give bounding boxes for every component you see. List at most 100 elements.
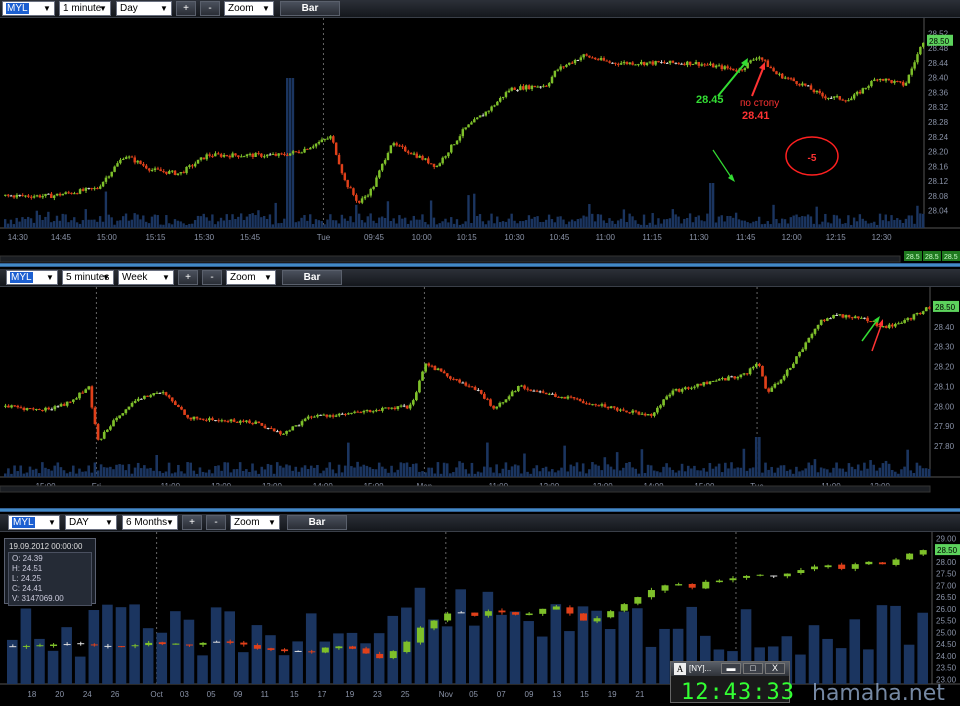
clock-titlebar[interactable]: A [NY]... ▬ □ X xyxy=(671,662,789,676)
y-tick-label: 28.32 xyxy=(928,103,949,112)
x-tick-label: Nov xyxy=(439,690,453,699)
zoom-in-button[interactable]: + xyxy=(176,1,196,16)
volume-bar xyxy=(305,613,317,684)
symbol-select[interactable]: MYL ▼ xyxy=(8,515,60,530)
zoom-out-button[interactable]: - xyxy=(206,515,226,530)
volume-bar xyxy=(482,466,486,477)
volume-bar xyxy=(183,619,195,684)
chart-3-canvas[interactable]: 29.00 28.50 28.00 27.50 27.00 26.50 26.00 25.50… xyxy=(0,532,960,703)
y-tick-label: 28.36 xyxy=(928,88,949,97)
volume-bar xyxy=(254,215,257,228)
chevron-down-icon: ▼ xyxy=(162,273,170,282)
ohlc-body xyxy=(308,651,316,653)
volume-bar xyxy=(659,472,662,477)
zoom-select[interactable]: Zoom ▼ xyxy=(226,270,276,285)
candle-body xyxy=(867,86,870,88)
maximize-button[interactable]: □ xyxy=(743,663,763,674)
volume-bar xyxy=(734,212,738,228)
volume-bar xyxy=(139,468,143,477)
zoom-select[interactable]: Zoom ▼ xyxy=(224,1,274,16)
chart-1-canvas[interactable]: 28.5228.4828.4428.4028.3628.3228.2828.24… xyxy=(0,18,960,265)
candle-body xyxy=(606,406,610,409)
volume-bar xyxy=(238,462,242,477)
volume-bar xyxy=(690,468,693,477)
candle-body xyxy=(153,168,157,171)
volume-bar xyxy=(346,632,358,684)
volume-bar xyxy=(702,468,705,477)
interval-select[interactable]: DAY ▼ xyxy=(65,515,117,530)
volume-bar xyxy=(853,469,857,477)
volume-bar xyxy=(470,222,473,228)
candle-body xyxy=(334,142,338,155)
volume-bar xyxy=(429,200,433,228)
candle-body xyxy=(432,163,436,167)
symbol-select[interactable]: MYL ▼ xyxy=(2,1,55,16)
volume-bar xyxy=(147,223,151,228)
volume-bar xyxy=(25,472,29,477)
volume-bar xyxy=(110,217,113,228)
period-select[interactable]: Week ▼ xyxy=(118,270,174,285)
period-select[interactable]: Day ▼ xyxy=(116,1,172,16)
candle-body xyxy=(801,349,804,352)
ohlc-body xyxy=(403,641,411,653)
candle-body xyxy=(142,163,145,166)
volume-bar xyxy=(266,463,270,477)
volume-bar xyxy=(696,470,699,477)
volume-bar xyxy=(340,472,344,477)
info-date: 19.09.2012 00:00:00 xyxy=(9,542,83,551)
chevron-down-icon: ▼ xyxy=(268,518,276,527)
candle-body xyxy=(96,188,99,190)
candle-body xyxy=(663,62,666,64)
ohlc-body xyxy=(593,618,601,622)
chart-2-canvas[interactable]: 28.50 28.40 28.30 28.20 28.10 28.00 27.90 27.80… xyxy=(0,287,960,508)
candle-body xyxy=(772,68,775,72)
zoom-in-button[interactable]: + xyxy=(178,270,198,285)
zoom-out-button[interactable]: - xyxy=(202,270,222,285)
volume-bar xyxy=(161,472,165,477)
y-tick-label: 28.28 xyxy=(928,118,949,127)
volume-bar xyxy=(507,469,511,477)
volume-bar xyxy=(726,215,729,228)
minimize-button[interactable]: ▬ xyxy=(721,663,741,674)
candle-body xyxy=(470,122,473,125)
candle-body xyxy=(229,419,233,422)
bar-style-button[interactable]: Bar xyxy=(287,515,347,530)
bar-style-button[interactable]: Bar xyxy=(282,270,342,285)
y-tick-label: 28.30 xyxy=(934,343,955,352)
ny-clock-window[interactable]: A [NY]... ▬ □ X 12:43:33 xyxy=(670,661,794,705)
panel-divider[interactable] xyxy=(0,508,960,512)
candle-body xyxy=(646,414,650,416)
zoom-out-button[interactable]: - xyxy=(200,1,220,16)
volume-bar xyxy=(439,473,443,477)
panel-divider[interactable] xyxy=(0,263,960,267)
ohlc-body xyxy=(104,645,112,647)
chevron-down-icon: ▼ xyxy=(46,273,54,282)
bar-style-button[interactable]: Bar xyxy=(280,1,340,16)
ohlc-body xyxy=(50,644,58,647)
x-tick-label: 17 xyxy=(318,690,327,699)
volume-bar xyxy=(87,219,90,228)
interval-select[interactable]: 5 minutes ▼ xyxy=(62,270,114,285)
zoom-select[interactable]: Zoom ▼ xyxy=(230,515,280,530)
chevron-down-icon: ▼ xyxy=(262,4,270,13)
candle-body xyxy=(384,407,387,409)
volume-bar xyxy=(435,224,439,228)
candle-body xyxy=(588,403,591,405)
candle-body xyxy=(7,405,10,408)
candle-body xyxy=(275,431,279,433)
volume-bar xyxy=(242,220,246,228)
zoom-in-button[interactable]: + xyxy=(182,515,202,530)
candle-body xyxy=(690,387,693,389)
candle-body xyxy=(873,79,876,81)
volume-bar xyxy=(121,464,125,477)
volume-bar xyxy=(779,465,783,477)
symbol-select[interactable]: MYL ▼ xyxy=(6,270,58,285)
close-button[interactable]: X xyxy=(765,663,785,674)
candle-body xyxy=(50,409,54,411)
candle-body xyxy=(464,382,468,386)
period-select[interactable]: 6 Months ▼ xyxy=(122,515,178,530)
candle-body xyxy=(884,78,888,81)
candle-body xyxy=(217,420,220,422)
interval-select[interactable]: 1 minute ▼ xyxy=(59,1,111,16)
candle-body xyxy=(674,62,677,64)
